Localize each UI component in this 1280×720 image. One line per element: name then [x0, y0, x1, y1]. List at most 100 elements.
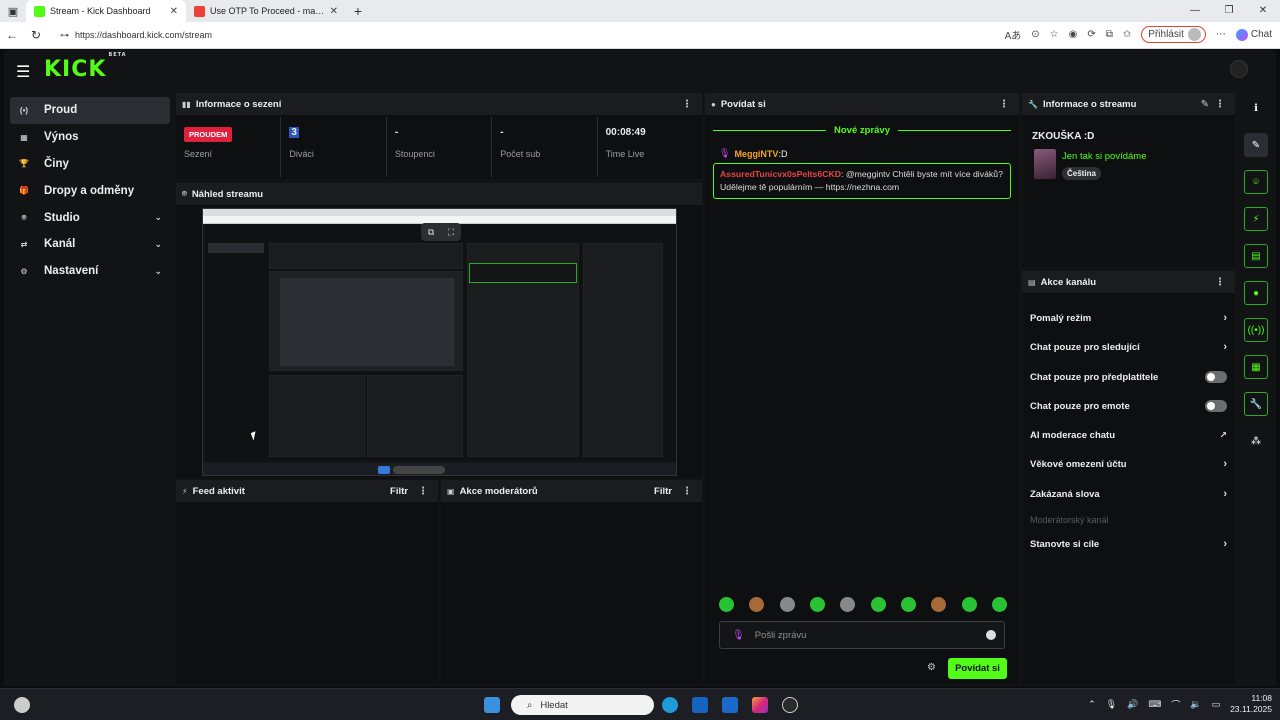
clock[interactable]: 11:08 23.11.2025 [1230, 693, 1272, 715]
back-icon[interactable]: ← [0, 28, 24, 42]
tray-chevron-icon[interactable]: ⌃ [1088, 699, 1096, 710]
obs-icon[interactable] [782, 697, 798, 713]
preview-toggle-icon[interactable]: ⌾ [1244, 170, 1268, 194]
toggle-switch[interactable] [1205, 400, 1227, 412]
fullscreen-icon[interactable]: ⛶ [448, 227, 454, 238]
sidebar-item-5[interactable]: ⇄ Kanál ⌄ [10, 231, 170, 258]
widgets-icon[interactable] [14, 697, 30, 713]
copilot-chat-button[interactable]: Chat [1235, 28, 1272, 41]
login-button[interactable]: Přihlásit [1141, 26, 1206, 43]
sidebar-item-0[interactable]: (•) Proud [10, 97, 170, 124]
filter-button[interactable]: Filtr [390, 486, 408, 497]
minimize-icon[interactable]: — [1178, 0, 1212, 22]
reload-icon[interactable]: ↻ [24, 28, 48, 42]
keyboard-icon[interactable]: ⌨ [1148, 699, 1161, 710]
refresh-ext-icon[interactable]: ⟳ [1087, 29, 1095, 40]
emote-icon[interactable] [870, 597, 886, 612]
user-avatar[interactable] [1230, 60, 1248, 78]
emote-icon[interactable] [779, 597, 795, 612]
more-options-icon[interactable]: ⋮ [1215, 277, 1225, 288]
site-info-icon[interactable]: ⊶ [60, 30, 69, 41]
outlook-icon[interactable] [692, 697, 708, 713]
edge-icon[interactable] [662, 697, 678, 713]
more-options-icon[interactable]: ⋮ [682, 99, 692, 110]
sidebar-item-2[interactable]: 🏆 Činy [10, 151, 170, 178]
emoji-picker-icon[interactable] [986, 630, 996, 640]
lightning-icon[interactable]: ⚡ [1244, 207, 1268, 231]
channel-action-item[interactable]: Chat pouze pro emote [1030, 399, 1227, 413]
chat-settings-icon[interactable]: ⚙ [927, 662, 936, 673]
url-field[interactable]: ⊶ https://dashboard.kick.com/stream [54, 25, 1154, 45]
channel-action-item[interactable]: Chat pouze pro předplatitele [1030, 370, 1227, 384]
chat-username[interactable]: MeggiNTV [734, 149, 778, 159]
document-icon[interactable]: ▤ [1244, 244, 1268, 268]
toggle-switch[interactable] [1205, 371, 1227, 383]
edit-icon[interactable]: ✎ [1244, 133, 1268, 157]
emote-icon[interactable] [719, 597, 734, 612]
emote-icon[interactable] [749, 597, 765, 612]
close-window-icon[interactable]: ✕ [1246, 0, 1280, 22]
filter-button[interactable]: Filtr [654, 486, 672, 497]
emote-icon[interactable] [809, 597, 825, 612]
chat-username[interactable]: AssuredTunicvx0sPelts6CKD [720, 169, 841, 179]
emote-icon[interactable] [840, 597, 856, 612]
more-options-icon[interactable]: ⋮ [1215, 99, 1225, 110]
emote-icon[interactable] [931, 597, 947, 612]
more-icon[interactable]: ⋯ [1216, 29, 1226, 40]
chat-input[interactable]: 🎙 Pošli zprávu [719, 621, 1005, 649]
taskbar-search[interactable]: ⌕ Hledat [511, 695, 654, 715]
browser-tab-active[interactable]: Stream - Kick Dashboard ✕ [26, 0, 186, 22]
split-icon[interactable]: ⧉ [1106, 29, 1113, 40]
speaker-icon[interactable]: 🔊 [1127, 699, 1138, 710]
read-aloud-icon[interactable]: Aあ [1005, 27, 1022, 42]
category-link[interactable]: Jen tak si povídáme [1062, 151, 1147, 162]
kick-logo[interactable]: KICKBETA [44, 52, 127, 82]
emote-icon[interactable] [991, 597, 1007, 612]
collections-icon[interactable]: ✩ [1123, 29, 1131, 40]
wrench-icon[interactable]: 🔧 [1244, 392, 1268, 416]
sidebar-item-1[interactable]: ▦ Výnos [10, 124, 170, 151]
emote-icon[interactable] [900, 597, 916, 612]
chat-bubble-icon[interactable]: ● [1244, 281, 1268, 305]
send-chat-button[interactable]: Povídat si [948, 658, 1007, 679]
start-icon[interactable] [484, 697, 500, 713]
add-widget-icon[interactable]: ⁂ [1244, 429, 1268, 453]
login-label: Přihlásit [1148, 29, 1184, 40]
channel-action-item[interactable]: Stanovte si cíle › [1030, 537, 1227, 551]
zoom-icon[interactable]: ⊙ [1031, 29, 1039, 40]
hamburger-menu-icon[interactable]: ☰ [16, 62, 30, 82]
extension-icon[interactable]: ◉ [1069, 29, 1078, 40]
browser-tab[interactable]: Use OTP To Proceed - matejalbl7… ✕ [186, 0, 346, 22]
channel-action-item[interactable]: Chat pouze pro sledující › [1030, 340, 1227, 354]
preview-tab-bar [203, 209, 676, 216]
sidebar-item-4[interactable]: ⌾ Studio ⌄ [10, 204, 170, 231]
sidebar-item-6[interactable]: ⚙ Nastavení ⌄ [10, 258, 170, 285]
volume-icon[interactable]: 🔉 [1190, 699, 1201, 710]
emote-icon[interactable] [961, 597, 977, 612]
channel-action-item[interactable]: Pomalý režim › [1030, 311, 1227, 325]
window-menu-icon[interactable]: ▣ [0, 0, 26, 22]
layout-icon[interactable]: ▦ [1244, 355, 1268, 379]
instagram-icon[interactable] [752, 697, 768, 713]
more-options-icon[interactable]: ⋮ [682, 486, 692, 497]
app-icon[interactable] [722, 697, 738, 713]
edit-icon[interactable]: ✎ [1201, 99, 1209, 110]
info-icon[interactable]: ℹ [1244, 96, 1268, 120]
popout-icon[interactable]: ⧉ [428, 227, 434, 238]
close-tab-icon[interactable]: ✕ [170, 6, 178, 17]
stream-preview-video[interactable]: ⧉ ⛶ [202, 208, 677, 476]
channel-action-item[interactable]: Věkové omezení účtu › [1030, 457, 1227, 471]
more-options-icon[interactable]: ⋮ [999, 99, 1009, 110]
more-options-icon[interactable]: ⋮ [418, 486, 428, 497]
maximize-icon[interactable]: ❐ [1212, 0, 1246, 22]
mic-icon[interactable]: 🎙 [1106, 699, 1117, 710]
favorite-icon[interactable]: ☆ [1050, 29, 1059, 40]
broadcast-icon[interactable]: ((•)) [1244, 318, 1268, 342]
channel-action-item[interactable]: Zakázaná slova › [1030, 487, 1227, 501]
channel-action-item[interactable]: AI moderace chatu ↗ [1030, 428, 1227, 442]
wifi-icon[interactable]: ⌒ [1171, 698, 1180, 711]
close-tab-icon[interactable]: ✕ [330, 6, 338, 17]
battery-icon[interactable]: ▭ [1212, 699, 1221, 710]
sidebar-item-3[interactable]: 🎁 Dropy a odměny [10, 177, 170, 204]
new-tab-button[interactable]: + [346, 3, 370, 19]
